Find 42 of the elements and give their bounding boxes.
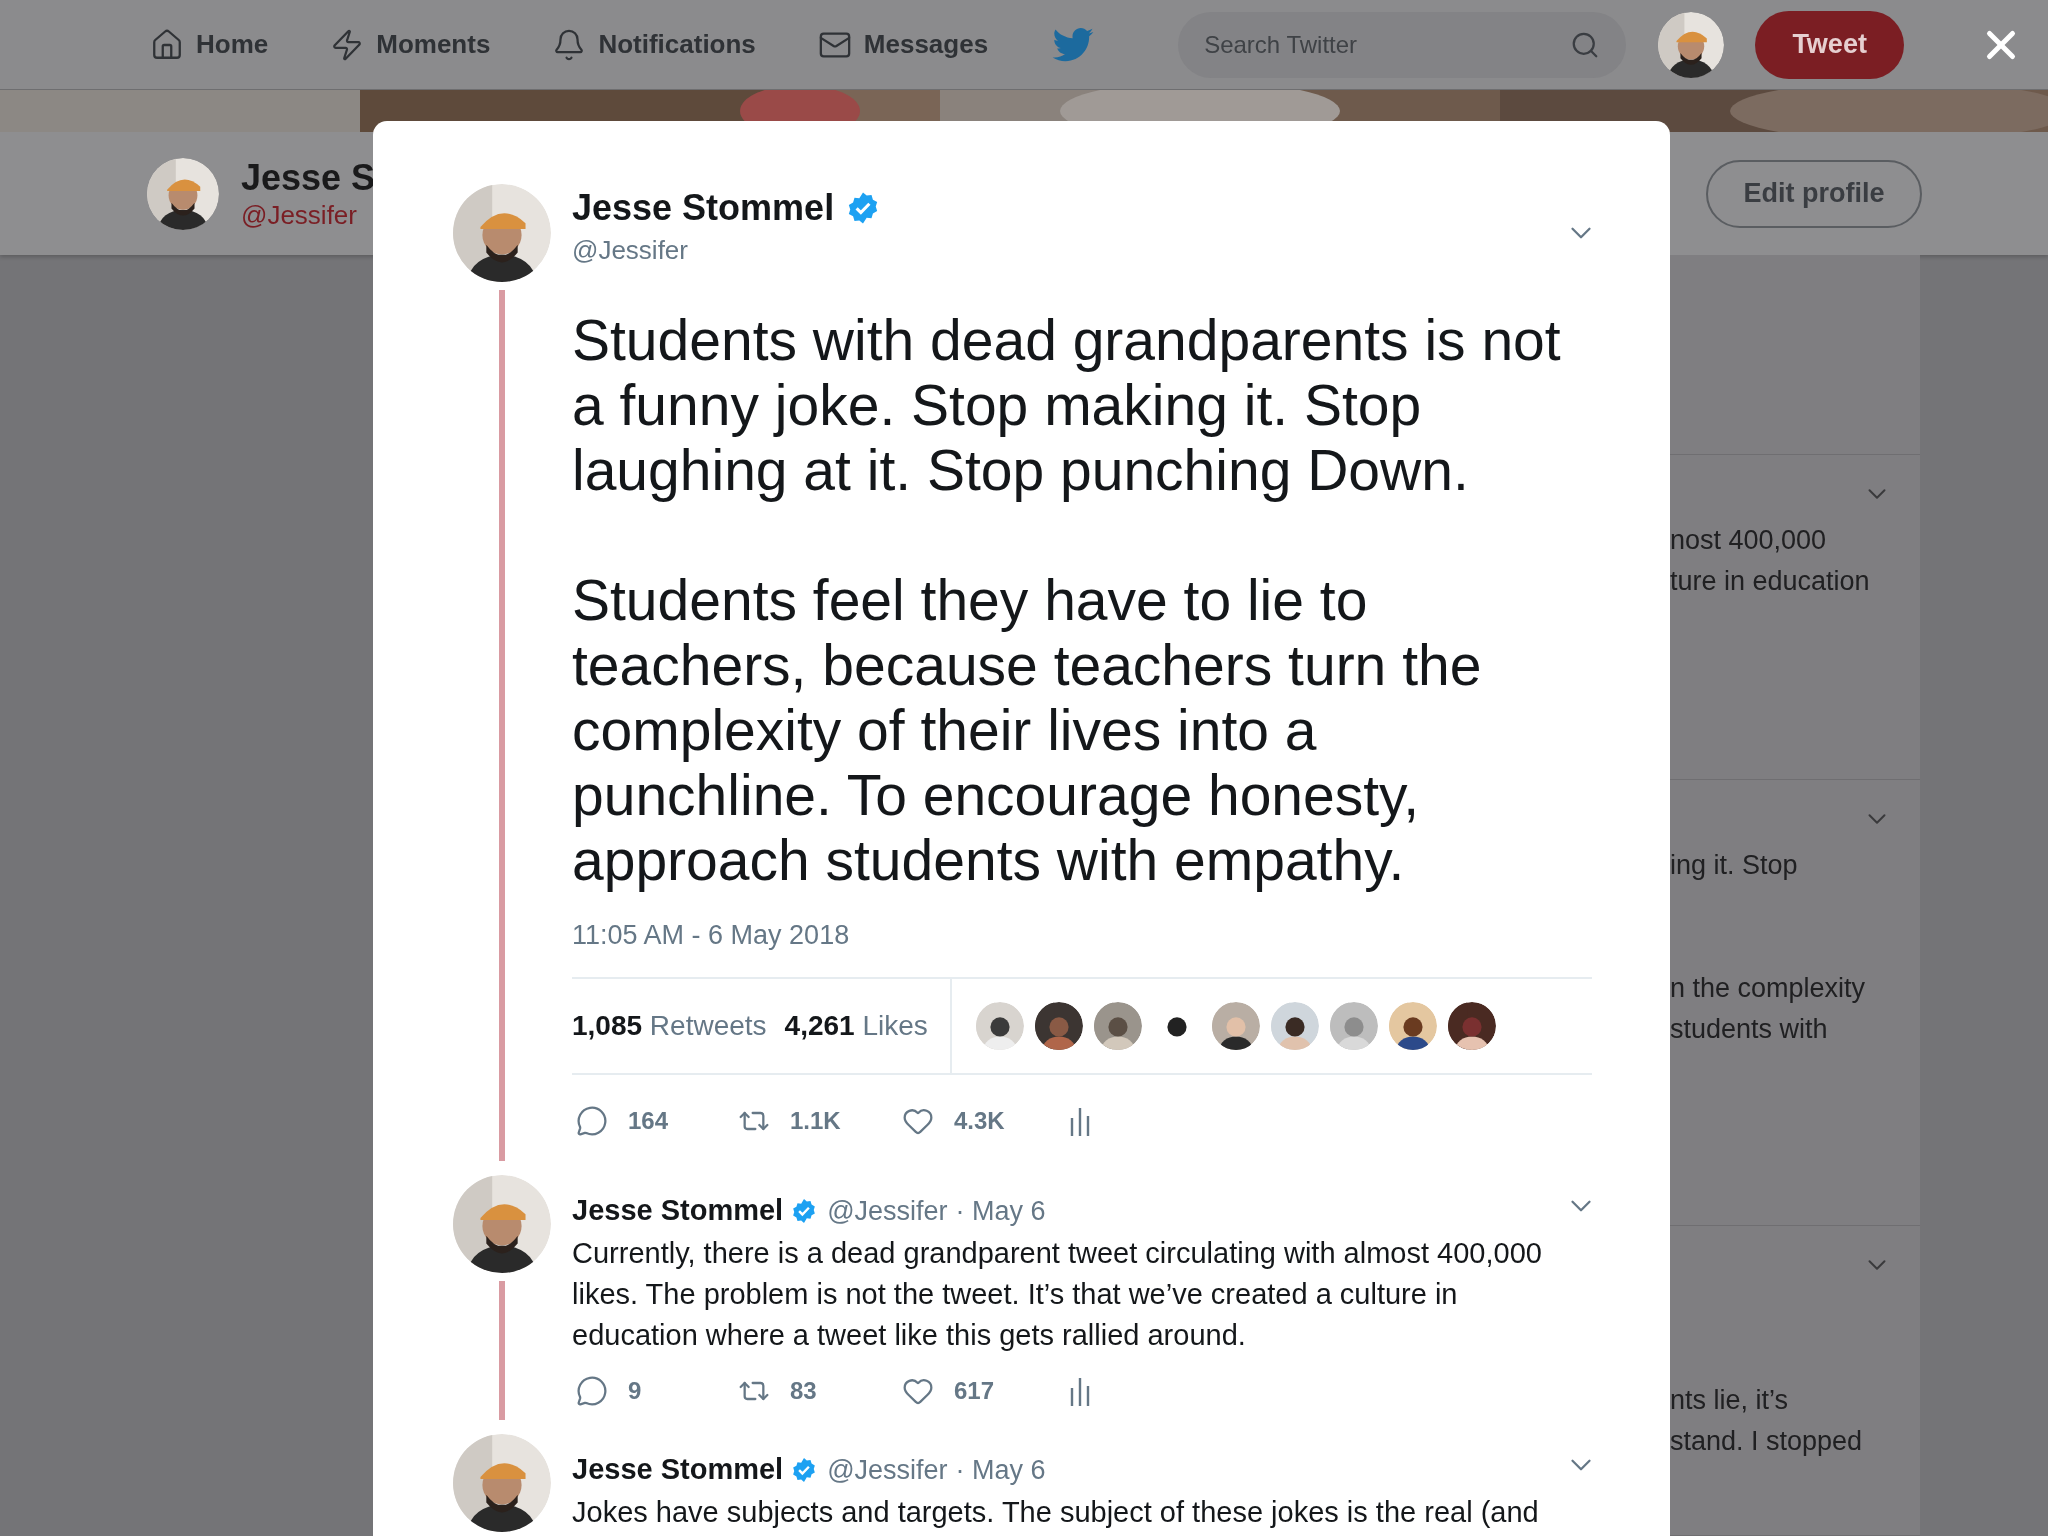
search-field[interactable]: Search Twitter: [1178, 11, 1627, 78]
nav-link[interactable]: Home: [150, 25, 269, 64]
author-handle[interactable]: @Jessifer: [827, 1190, 948, 1232]
comment-icon[interactable]: [576, 1375, 608, 1407]
tweet-text-fragment: n the complexity: [1670, 972, 1867, 1005]
profile-name: Jesse S: [241, 156, 376, 199]
tweet-text: Currently, there is a dead grandparent tweet circulating with almost 400,000 likes. The problem is not the tweet. It’s that we’ve created a culture in education where a tweet like this gets rallied around.: [572, 1236, 1543, 1353]
tweet-button[interactable]: Tweet: [1755, 10, 1905, 79]
tweet-text-fragment: nost 400,000: [1670, 524, 1828, 557]
action-count: 83: [790, 1376, 817, 1406]
tweet-text-fragment: ing it. Stop: [1670, 849, 1799, 882]
tweet-text-fragment: stand. I stopped: [1670, 1425, 1864, 1458]
analytics-icon[interactable]: [1068, 1376, 1092, 1406]
author-name[interactable]: Jesse Stommel: [572, 181, 835, 235]
edit-profile-button[interactable]: Edit profile: [1706, 159, 1922, 228]
likes-stat[interactable]: 4,261 Likes: [784, 1005, 928, 1047]
action-count: 164: [628, 1106, 669, 1136]
nav-link[interactable]: Notifications: [552, 25, 756, 64]
nav-link[interactable]: Messages: [817, 25, 989, 64]
analytics-icon[interactable]: [1068, 1106, 1092, 1136]
author-handle[interactable]: @Jessifer: [572, 232, 1592, 268]
action-count: 617: [954, 1376, 995, 1406]
tweet-text: Students with dead grandparents is not a funny joke. Stop making it. Stop laughing at it. Stop punching Down.: [572, 308, 1562, 503]
action-count: 4.3K: [954, 1106, 1005, 1136]
retweets-stat[interactable]: 1,085 Retweets: [572, 1005, 767, 1047]
tweet-date[interactable]: · May 6: [955, 1449, 1046, 1491]
tweet-date[interactable]: · May 6: [955, 1190, 1046, 1232]
action-count: 9: [628, 1376, 642, 1406]
comment-icon[interactable]: [576, 1105, 608, 1137]
tweet-text: Students feel they have to lie to teachers, because teachers turn the complexity of their lives into a punchline. To encourage honesty, approach students with empathy.: [572, 568, 1483, 893]
home-icon: [150, 27, 184, 62]
author-name[interactable]: Jesse Stommel: [572, 1448, 784, 1492]
profile-handle: @Jessifer: [241, 198, 358, 231]
tweet-text: Jokes have subjects and targets. The subject of these jokes is the real (and: [572, 1495, 1540, 1530]
nav-link[interactable]: Moments: [330, 25, 491, 64]
tweet-text-fragment: students with: [1670, 1013, 1829, 1046]
action-count: 1.1K: [790, 1106, 841, 1136]
tweet-text-fragment: ture in education: [1670, 565, 1871, 598]
tweet-timestamp: 11:05 AM - 6 May 2018: [572, 919, 851, 952]
author-name[interactable]: Jesse Stommel: [572, 1189, 784, 1233]
tweet-text-fragment: nts lie, it’s: [1670, 1384, 1790, 1417]
author-handle[interactable]: @Jessifer: [827, 1449, 948, 1491]
